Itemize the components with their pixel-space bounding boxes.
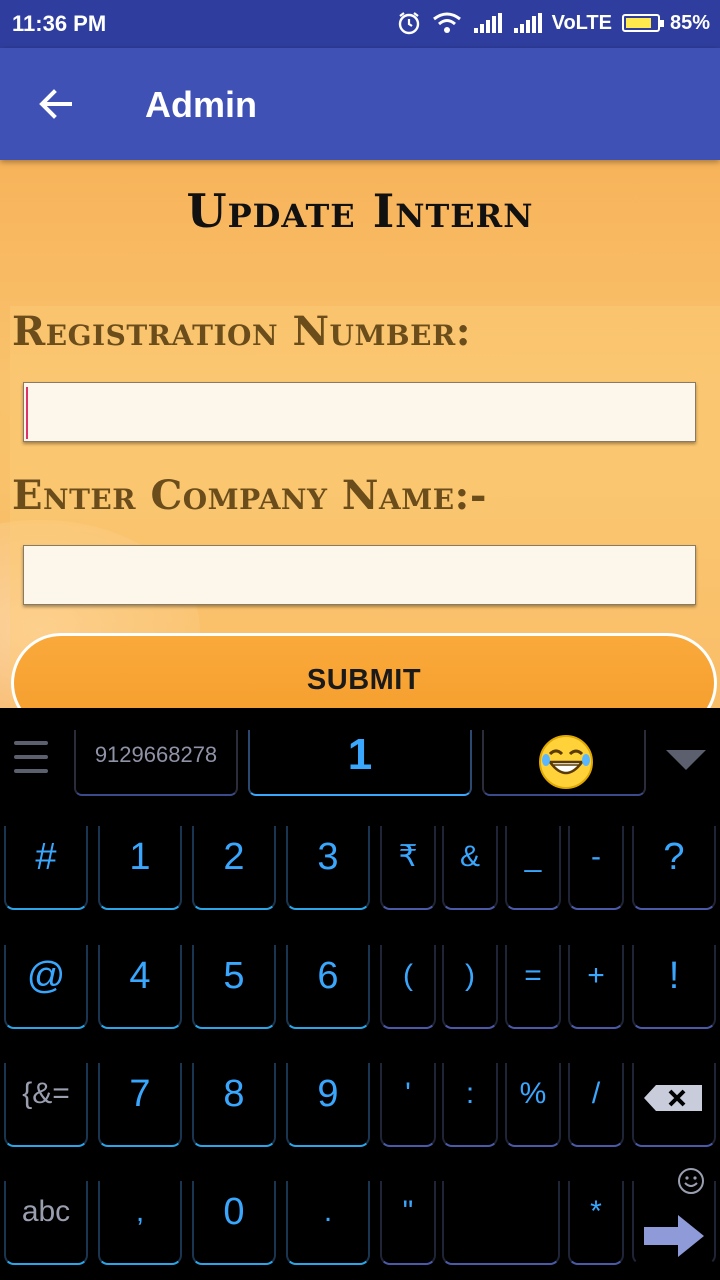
key-3-1[interactable]: , (98, 1181, 182, 1265)
key-1-8[interactable]: ! (632, 945, 716, 1029)
key-3-0[interactable]: abc (4, 1181, 88, 1265)
keyboard-menu-icon[interactable] (14, 741, 48, 783)
network-type: VoLTE (551, 11, 612, 34)
key-2-8[interactable] (632, 1063, 716, 1147)
key-0-1[interactable]: 1 (98, 826, 182, 910)
key-0-8[interactable]: ? (632, 826, 716, 910)
collapse-keyboard-icon[interactable] (666, 750, 706, 770)
battery-icon (621, 14, 664, 32)
key-1-7[interactable]: + (568, 945, 624, 1029)
status-bar: 11:36 PM VoLTE 85% (0, 0, 720, 48)
registration-number-label: Registration Number: (12, 308, 471, 355)
key-1-4[interactable]: ( (380, 945, 436, 1029)
key-1-5[interactable]: ) (442, 945, 498, 1029)
key-2-2[interactable]: 8 (192, 1063, 276, 1147)
key-1-3[interactable]: 6 (286, 945, 370, 1029)
status-time: 11:36 PM (12, 11, 107, 36)
signal-icon-2 (512, 13, 542, 33)
suggestion-middle[interactable]: 1 (248, 730, 472, 796)
company-name-input[interactable] (24, 546, 695, 604)
key-1-1[interactable]: 4 (98, 945, 182, 1029)
key-0-4[interactable]: ₹ (380, 826, 436, 910)
key-0-0[interactable]: # (4, 826, 88, 910)
key-0-5[interactable]: & (442, 826, 498, 910)
app-bar: Admin (0, 48, 720, 160)
submit-button[interactable]: SUBMIT (11, 633, 717, 708)
arrow-back-icon[interactable] (30, 78, 82, 130)
wifi-icon (432, 12, 461, 33)
app-bar-title: Admin (145, 84, 257, 125)
key-2-4[interactable]: ' (380, 1063, 436, 1147)
key-2-3[interactable]: 9 (286, 1063, 370, 1147)
key-2-6[interactable]: % (505, 1063, 561, 1147)
company-name-label: Enter Company Name:- (12, 472, 487, 519)
enter-arrow-icon (644, 1215, 704, 1257)
laughing-emoji-icon (539, 735, 593, 789)
form-area: Update Intern Registration Number: Enter… (0, 160, 720, 708)
key-2-7[interactable]: / (568, 1063, 624, 1147)
backspace-icon (644, 1085, 702, 1111)
text-cursor (26, 387, 28, 439)
key-3-4[interactable]: " (380, 1181, 436, 1265)
key-1-6[interactable]: = (505, 945, 561, 1029)
key-0-3[interactable]: 3 (286, 826, 370, 910)
suggestion-left[interactable]: 9129668278 (74, 730, 238, 796)
key-3-5[interactable] (442, 1181, 560, 1265)
suggestion-bar: 9129668278 1 (0, 708, 720, 808)
status-icons: VoLTE 85% (396, 10, 710, 36)
key-3-2[interactable]: 0 (192, 1181, 276, 1265)
key-1-2[interactable]: 5 (192, 945, 276, 1029)
emoji-key-icon[interactable] (676, 1166, 706, 1196)
alarm-icon (398, 12, 419, 35)
signal-icon (472, 13, 502, 33)
registration-number-field[interactable] (23, 382, 696, 442)
key-0-2[interactable]: 2 (192, 826, 276, 910)
page-title: Update Intern (186, 184, 534, 238)
key-3-6[interactable]: * (568, 1181, 624, 1265)
key-2-1[interactable]: 7 (98, 1063, 182, 1147)
key-2-0[interactable]: {&= (4, 1063, 88, 1147)
company-name-field[interactable] (23, 545, 696, 605)
key-2-5[interactable]: : (442, 1063, 498, 1147)
key-3-3[interactable]: . (286, 1181, 370, 1265)
suggestion-right[interactable] (482, 730, 646, 796)
key-0-6[interactable]: _ (505, 826, 561, 910)
registration-number-input[interactable] (24, 383, 695, 441)
soft-keyboard: 9129668278 1 #1 2 3 ₹ & _ -? @4 5 6() = +! {&= 7 8 9 ':%… (0, 708, 720, 1280)
key-1-0[interactable]: @ (4, 945, 88, 1029)
battery-percent: 85% (669, 11, 710, 34)
key-0-7[interactable]: - (568, 826, 624, 910)
submit-button-label: SUBMIT (306, 664, 422, 696)
